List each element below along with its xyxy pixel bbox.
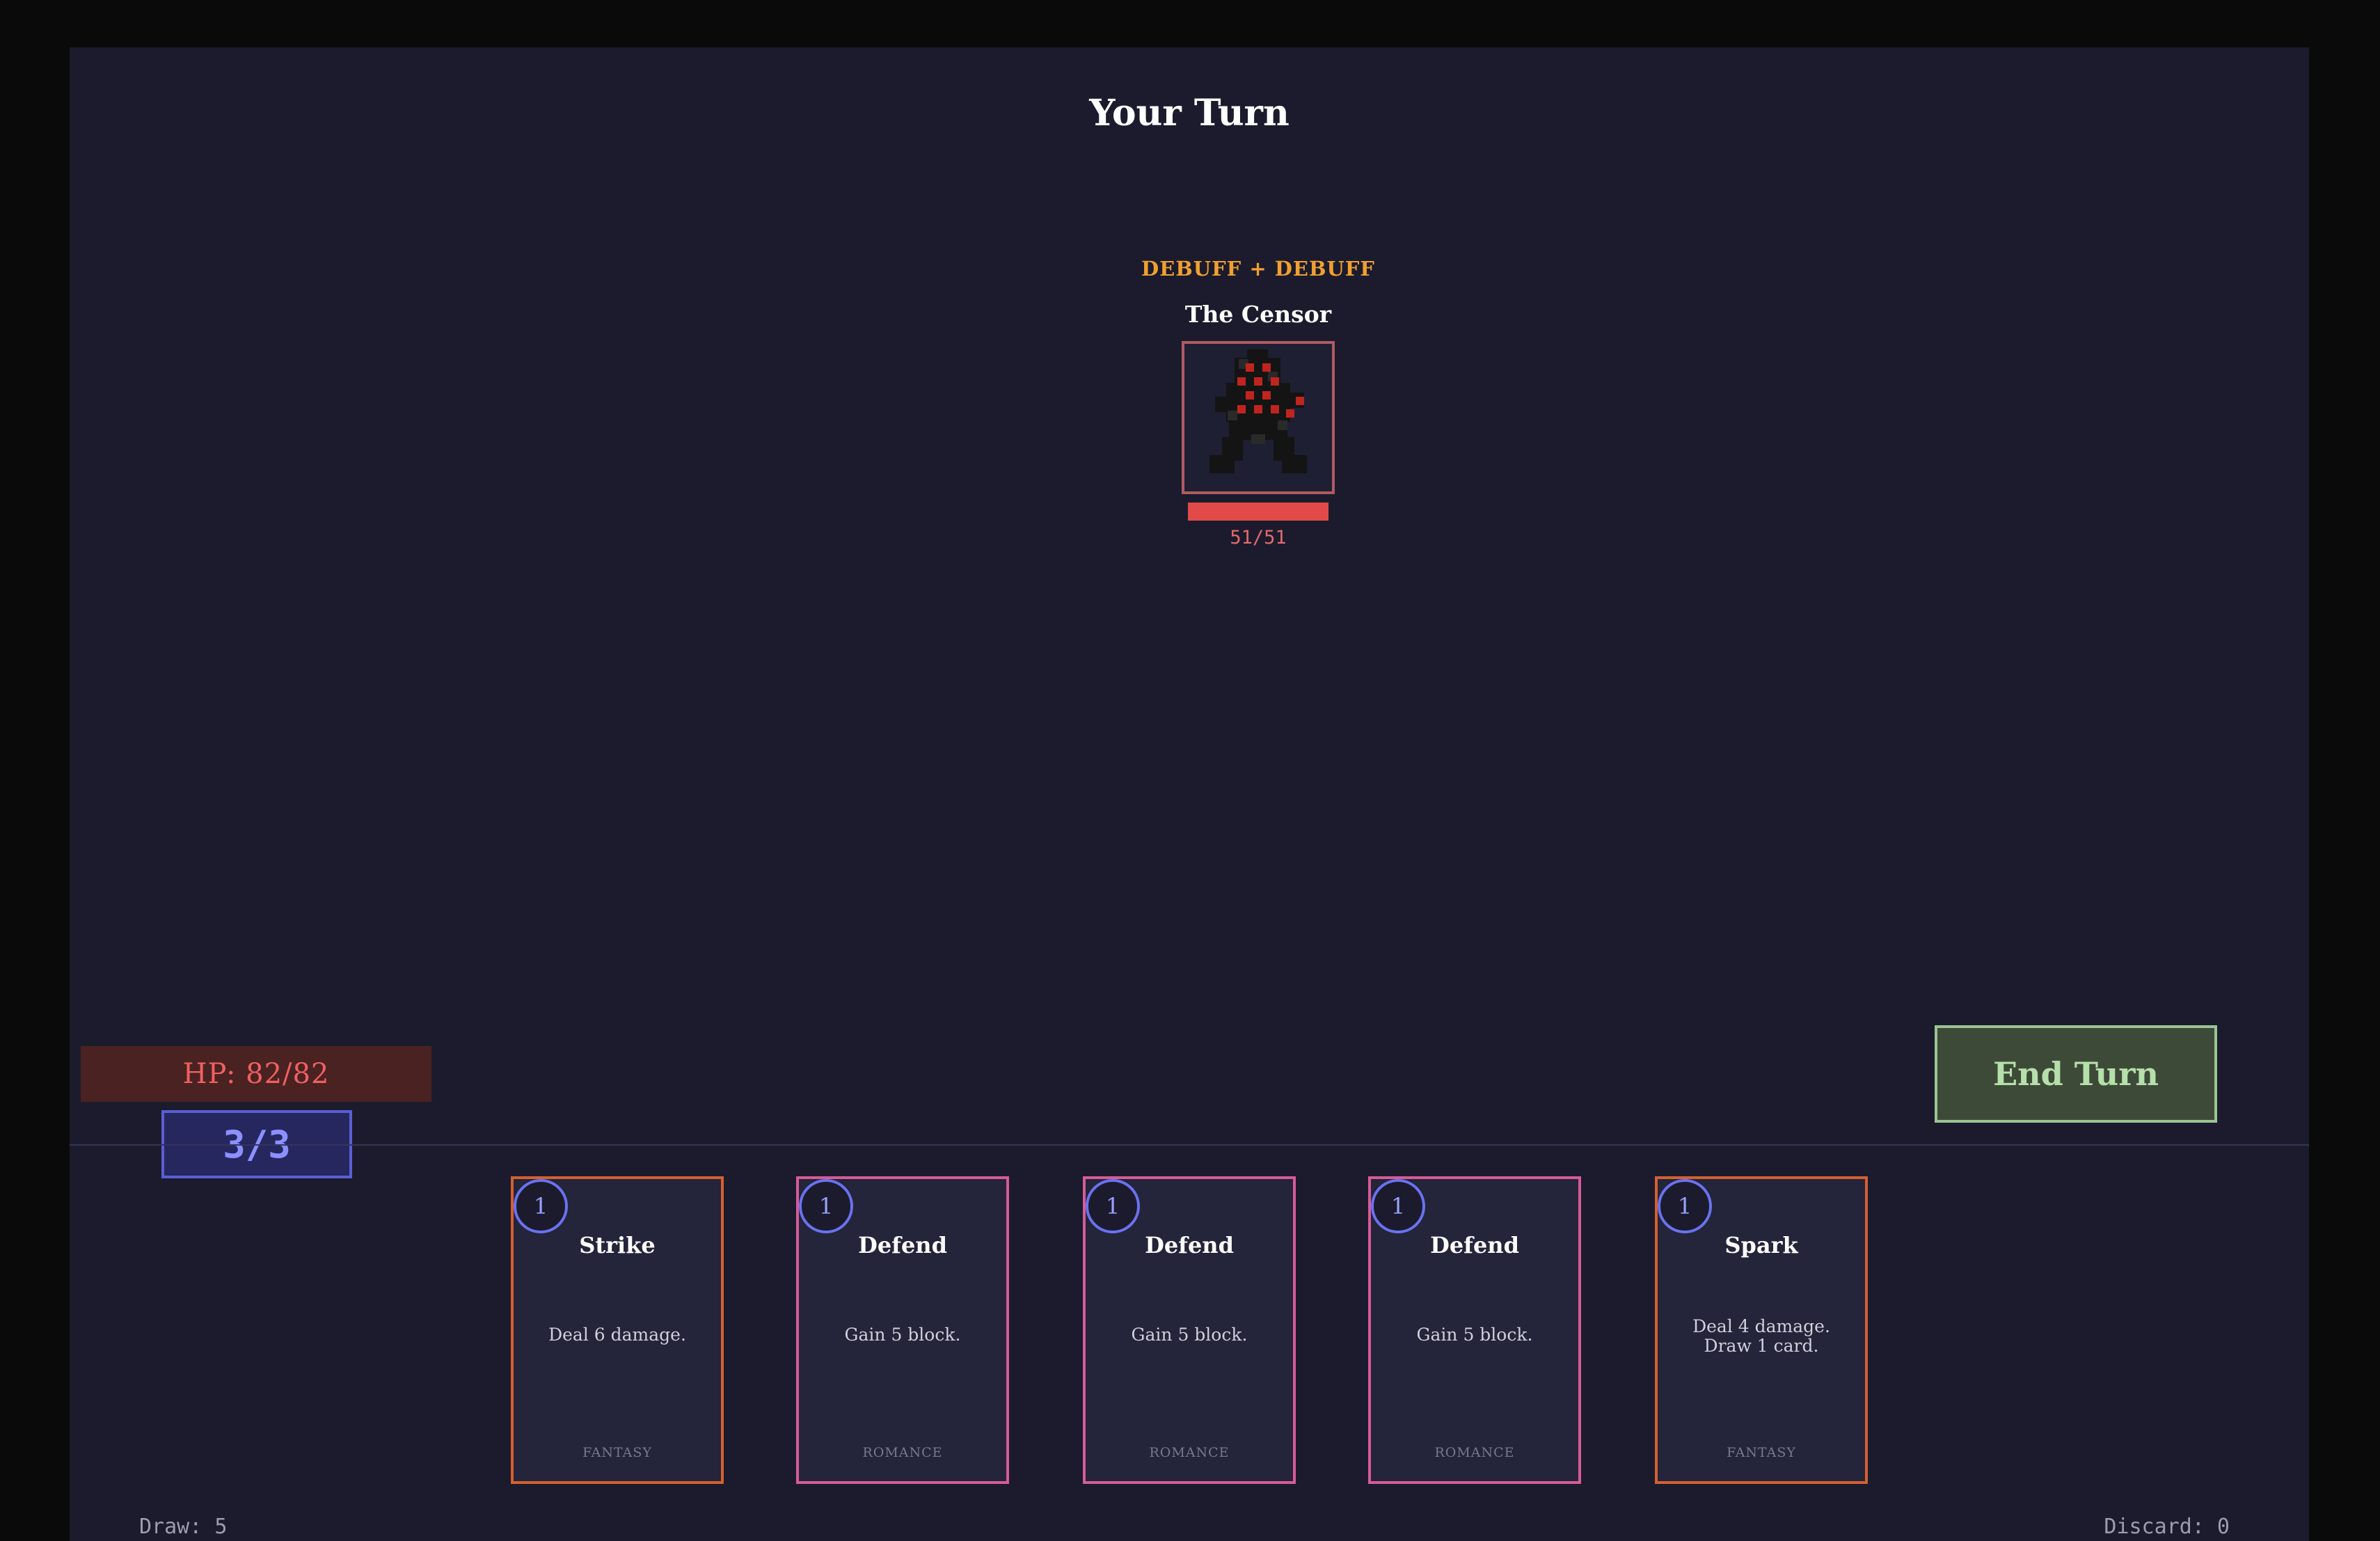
enemy-name: The Censor [1184, 301, 1332, 328]
card-genre: FANTASY [1727, 1445, 1796, 1460]
card-description: Gain 5 block. [1416, 1325, 1533, 1345]
censor-sprite-icon [1209, 349, 1307, 473]
card-strike[interactable]: 1 Strike Deal 6 damage. FANTASY [511, 1176, 724, 1484]
game-board: Your Turn DEBUFF + DEBUFF The Censor 51/… [70, 47, 2309, 1541]
card-name: Defend [1430, 1232, 1519, 1258]
discard-pile-count[interactable]: Discard: 0 [2104, 1515, 2230, 1539]
card-genre: ROMANCE [862, 1445, 943, 1460]
card-description: Gain 5 block. [1131, 1325, 1248, 1345]
card-genre: FANTASY [582, 1445, 652, 1460]
player-hp: HP: 82/82 [81, 1046, 431, 1102]
card-description: Gain 5 block. [844, 1325, 961, 1345]
enemy-intent: DEBUFF + DEBUFF [1141, 257, 1375, 280]
card-defend[interactable]: 1 Defend Gain 5 block. ROMANCE [796, 1176, 1009, 1484]
end-turn-button[interactable]: End Turn [1935, 1025, 2217, 1123]
card-name: Defend [858, 1232, 947, 1258]
draw-pile-count[interactable]: Draw: 5 [139, 1515, 227, 1539]
enemy-hp-bar [1188, 503, 1328, 521]
card-name: Spark [1724, 1232, 1798, 1258]
card-spark[interactable]: 1 Spark Deal 4 damage. Draw 1 card. FANT… [1655, 1176, 1868, 1484]
card-cost: 1 [799, 1179, 853, 1233]
card-description: Deal 4 damage. Draw 1 card. [1692, 1316, 1830, 1356]
turn-indicator: Your Turn [1089, 92, 1290, 134]
enemy-hp-text: 51/51 [1230, 527, 1287, 548]
card-defend[interactable]: 1 Defend Gain 5 block. ROMANCE [1083, 1176, 1296, 1484]
enemy-hp-fill [1188, 503, 1328, 521]
card-description: Deal 6 damage. [548, 1325, 686, 1345]
card-cost: 1 [1086, 1179, 1140, 1233]
card-cost: 1 [1371, 1179, 1425, 1233]
card-genre: ROMANCE [1149, 1445, 1230, 1460]
hand-divider [70, 1144, 2309, 1146]
enemy[interactable]: DEBUFF + DEBUFF The Censor 51/51 [1036, 253, 1481, 550]
card-cost: 1 [1658, 1179, 1712, 1233]
card-name: Strike [579, 1232, 656, 1258]
card-genre: ROMANCE [1434, 1445, 1515, 1460]
card-name: Defend [1145, 1232, 1234, 1258]
card-cost: 1 [514, 1179, 568, 1233]
card-defend[interactable]: 1 Defend Gain 5 block. ROMANCE [1368, 1176, 1581, 1484]
enemy-portrait[interactable] [1182, 341, 1335, 494]
